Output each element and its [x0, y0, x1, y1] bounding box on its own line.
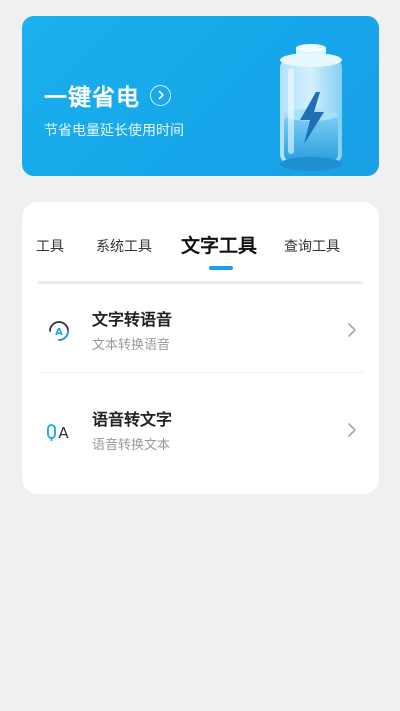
list-item-speech-to-text[interactable]: A 语音转文字 语音转换文本: [38, 392, 363, 474]
tool-title: 语音转文字: [92, 410, 173, 429]
power-saving-banner[interactable]: 一键省电 节省电量延长使用时间: [22, 16, 379, 176]
text-to-speech-icon: A: [49, 321, 69, 341]
svg-text:A: A: [58, 424, 69, 442]
tool-subtitle: 文本转换语音: [92, 338, 171, 353]
svg-text:A: A: [55, 327, 63, 338]
active-tab-indicator: [209, 266, 233, 270]
banner-subtitle: 节省电量延长使用时间: [44, 123, 184, 139]
banner-title-row: 一键省电: [44, 78, 171, 112]
list-item-text-to-speech[interactable]: A 文字转语音 文本转换语音: [38, 292, 363, 374]
tab-system-tools[interactable]: 系统工具: [96, 236, 152, 256]
speech-to-text-icon: A: [47, 424, 69, 442]
tab-query-tools[interactable]: 查询工具: [284, 236, 340, 256]
tabs-divider: [38, 281, 363, 284]
chevron-right-icon: [348, 423, 356, 437]
banner-title: 一键省电: [44, 85, 140, 111]
tab-text-tools[interactable]: 文字工具: [181, 231, 257, 258]
tool-tabs: 工具 系统工具 文字工具 查询工具: [22, 228, 379, 272]
row-divider: [38, 372, 363, 373]
tool-card: 工具 系统工具 文字工具 查询工具 A 文字转语音 文本转换语音 A 语音转文字…: [22, 202, 379, 494]
tool-subtitle: 语音转换文本: [92, 438, 171, 453]
chevron-right-circle-icon[interactable]: [150, 84, 171, 106]
tool-title: 文字转语音: [92, 310, 173, 329]
chevron-right-icon: [348, 323, 356, 337]
tab-tools[interactable]: 工具: [36, 236, 64, 256]
battery-lightning-icon: [280, 44, 342, 171]
